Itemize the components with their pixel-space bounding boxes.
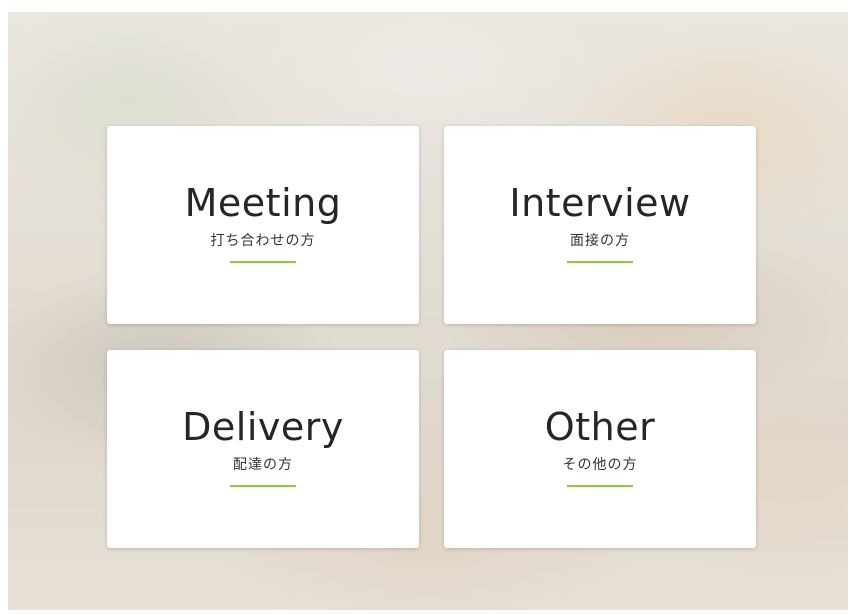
interview-card[interactable]: Interview 面接の方 — [444, 126, 756, 324]
card-title: Other — [544, 405, 656, 449]
accent-underline — [567, 261, 633, 263]
card-subtitle: 面接の方 — [570, 233, 630, 249]
card-title: Meeting — [184, 181, 342, 225]
accent-underline — [230, 261, 296, 263]
delivery-card[interactable]: Delivery 配達の方 — [107, 350, 419, 548]
other-card[interactable]: Other その他の方 — [444, 350, 756, 548]
card-subtitle: 打ち合わせの方 — [210, 233, 316, 249]
card-subtitle: その他の方 — [562, 457, 638, 473]
card-title: Interview — [509, 181, 691, 225]
meeting-card[interactable]: Meeting 打ち合わせの方 — [107, 126, 419, 324]
accent-underline — [567, 485, 633, 487]
accent-underline — [230, 485, 296, 487]
card-title: Delivery — [182, 405, 344, 449]
card-subtitle: 配達の方 — [233, 457, 293, 473]
